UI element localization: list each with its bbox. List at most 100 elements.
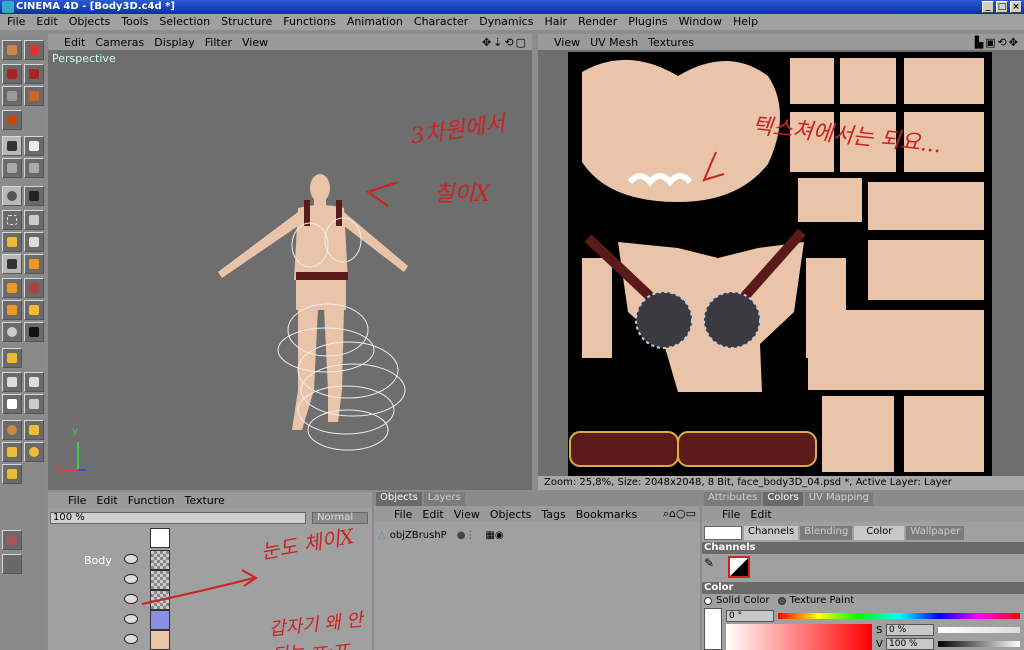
vp-menu-display[interactable]: Display bbox=[154, 36, 195, 49]
eye-icon[interactable] bbox=[124, 634, 138, 644]
live-select-icon[interactable] bbox=[2, 86, 22, 106]
maximize-button[interactable]: □ bbox=[996, 1, 1008, 13]
obj-menu-tags[interactable]: Tags bbox=[541, 508, 565, 521]
saturation-field[interactable]: 0 % bbox=[886, 624, 934, 636]
menu-dynamics[interactable]: Dynamics bbox=[474, 14, 539, 30]
tex-menu-textures[interactable]: Textures bbox=[648, 36, 694, 49]
attr-menu-edit[interactable]: Edit bbox=[750, 508, 771, 521]
vp-menu-cameras[interactable]: Cameras bbox=[95, 36, 144, 49]
eye-icon[interactable] bbox=[124, 554, 138, 564]
attr-menu-file[interactable]: File bbox=[722, 508, 740, 521]
menu-animation[interactable]: Animation bbox=[342, 14, 409, 30]
menu-file[interactable]: File bbox=[2, 14, 31, 30]
eraser-icon[interactable] bbox=[2, 278, 22, 298]
tab-attributes[interactable]: Attributes bbox=[704, 492, 762, 506]
color-swatch-icon[interactable] bbox=[24, 322, 44, 342]
menu-structure[interactable]: Structure bbox=[216, 14, 278, 30]
refresh-icon[interactable] bbox=[24, 442, 44, 462]
clapper-icon[interactable] bbox=[24, 186, 44, 206]
fill-icon[interactable] bbox=[2, 300, 22, 320]
current-color-swatch[interactable] bbox=[704, 608, 722, 650]
value-slider[interactable] bbox=[938, 641, 1020, 647]
hue-slider[interactable] bbox=[778, 613, 1020, 619]
close-button[interactable]: × bbox=[1010, 1, 1022, 13]
menu-functions[interactable]: Functions bbox=[278, 14, 342, 30]
viewport-nav-icons[interactable]: ✥⇣⟲▢ bbox=[482, 36, 528, 49]
pattern-icon[interactable] bbox=[2, 372, 22, 392]
pencil-icon[interactable] bbox=[2, 254, 22, 274]
texture-tag-icon[interactable]: ▦◉ bbox=[485, 530, 503, 541]
saturation-slider[interactable] bbox=[938, 627, 1020, 633]
star-icon[interactable] bbox=[24, 300, 44, 320]
eye-icon[interactable] bbox=[124, 574, 138, 584]
layers-menu-file[interactable]: File bbox=[68, 494, 86, 507]
layer-mode-icon[interactable] bbox=[24, 158, 44, 178]
projection-icon[interactable] bbox=[2, 158, 22, 178]
texture-canvas[interactable]: 텍스쳐에서는 되요... bbox=[538, 50, 1024, 476]
opacity-field[interactable]: 100 % bbox=[50, 512, 306, 524]
undo-icon[interactable] bbox=[2, 64, 22, 84]
tab-colors[interactable]: Colors bbox=[763, 492, 803, 506]
menu-render[interactable]: Render bbox=[573, 14, 623, 30]
grab-tool-icon[interactable] bbox=[2, 40, 22, 60]
menu-objects[interactable]: Objects bbox=[64, 14, 117, 30]
obj-menu-file[interactable]: File bbox=[394, 508, 412, 521]
channel-color-swatch[interactable] bbox=[728, 556, 750, 578]
panel-brush-icon[interactable] bbox=[2, 530, 22, 550]
checker-icon[interactable] bbox=[2, 394, 22, 414]
paint-bucket-icon[interactable] bbox=[24, 136, 44, 156]
menu-window[interactable]: Window bbox=[674, 14, 728, 30]
menu-plugins[interactable]: Plugins bbox=[623, 14, 673, 30]
tex-menu-uvmesh[interactable]: UV Mesh bbox=[590, 36, 638, 49]
tex-menu-view[interactable]: View bbox=[554, 36, 580, 49]
move-selection-icon[interactable] bbox=[2, 232, 22, 252]
subtab-wallpaper[interactable]: Wallpaper bbox=[906, 526, 965, 540]
texture-nav-icons[interactable]: ▙▣⟲✥ bbox=[975, 36, 1020, 49]
pattern-alt-icon[interactable] bbox=[24, 372, 44, 392]
menu-help[interactable]: Help bbox=[728, 14, 764, 30]
obj-menu-bookmarks[interactable]: Bookmarks bbox=[576, 508, 637, 521]
vp-menu-edit[interactable]: Edit bbox=[64, 36, 85, 49]
sphere-icon[interactable] bbox=[2, 554, 22, 574]
obj-menu-objects[interactable]: Objects bbox=[490, 508, 532, 521]
menu-character[interactable]: Character bbox=[409, 14, 474, 30]
texture-paint-radio[interactable] bbox=[777, 596, 786, 605]
tab-uv-mapping[interactable]: UV Mapping bbox=[804, 492, 873, 506]
layers-menu-function[interactable]: Function bbox=[128, 494, 175, 507]
scale-icon[interactable] bbox=[2, 442, 22, 462]
menu-tools[interactable]: Tools bbox=[116, 14, 154, 30]
menu-hair[interactable]: Hair bbox=[539, 14, 573, 30]
color-preview-swatch[interactable] bbox=[704, 526, 742, 540]
tab-objects[interactable]: Objects bbox=[376, 492, 422, 506]
vp-menu-view[interactable]: View bbox=[242, 36, 268, 49]
layer-thumb-1[interactable] bbox=[150, 528, 170, 548]
brush-alt-icon[interactable] bbox=[24, 254, 44, 274]
menu-edit[interactable]: Edit bbox=[31, 14, 63, 30]
subtab-blending[interactable]: Blending bbox=[800, 526, 853, 540]
rotate-icon[interactable] bbox=[2, 420, 22, 440]
layers-menu-edit[interactable]: Edit bbox=[96, 494, 117, 507]
crop-icon[interactable] bbox=[24, 232, 44, 252]
search-icon[interactable]: ⌕⌂○▭ bbox=[663, 507, 696, 521]
value-field[interactable]: 100 % bbox=[886, 638, 934, 650]
vp-menu-filter[interactable]: Filter bbox=[205, 36, 232, 49]
object-row[interactable]: △ objZBrushP ●⋮ ▦◉ bbox=[378, 528, 698, 542]
subtab-color[interactable]: Color bbox=[854, 526, 905, 540]
saturation-value-picker[interactable] bbox=[726, 624, 872, 650]
redo-icon[interactable] bbox=[24, 64, 44, 84]
minimize-button[interactable]: _ bbox=[982, 1, 994, 13]
layers-menu-texture[interactable]: Texture bbox=[185, 494, 225, 507]
brush-icon[interactable] bbox=[2, 136, 22, 156]
clone-icon[interactable] bbox=[24, 278, 44, 298]
visibility-dots-icon[interactable]: ●⋮ bbox=[457, 530, 476, 541]
eye-icon[interactable] bbox=[124, 614, 138, 624]
obj-menu-view[interactable]: View bbox=[454, 508, 480, 521]
hue-field[interactable]: 0 ° bbox=[726, 610, 774, 622]
tab-layers[interactable]: Layers bbox=[423, 492, 465, 506]
menu-selection[interactable]: Selection bbox=[154, 14, 216, 30]
render-icon[interactable] bbox=[2, 110, 22, 130]
layer-thumb-6[interactable] bbox=[150, 630, 170, 650]
subtab-channels[interactable]: Channels bbox=[744, 526, 799, 540]
paint-tool-icon[interactable] bbox=[24, 86, 44, 106]
rect-select-icon[interactable] bbox=[2, 210, 22, 230]
